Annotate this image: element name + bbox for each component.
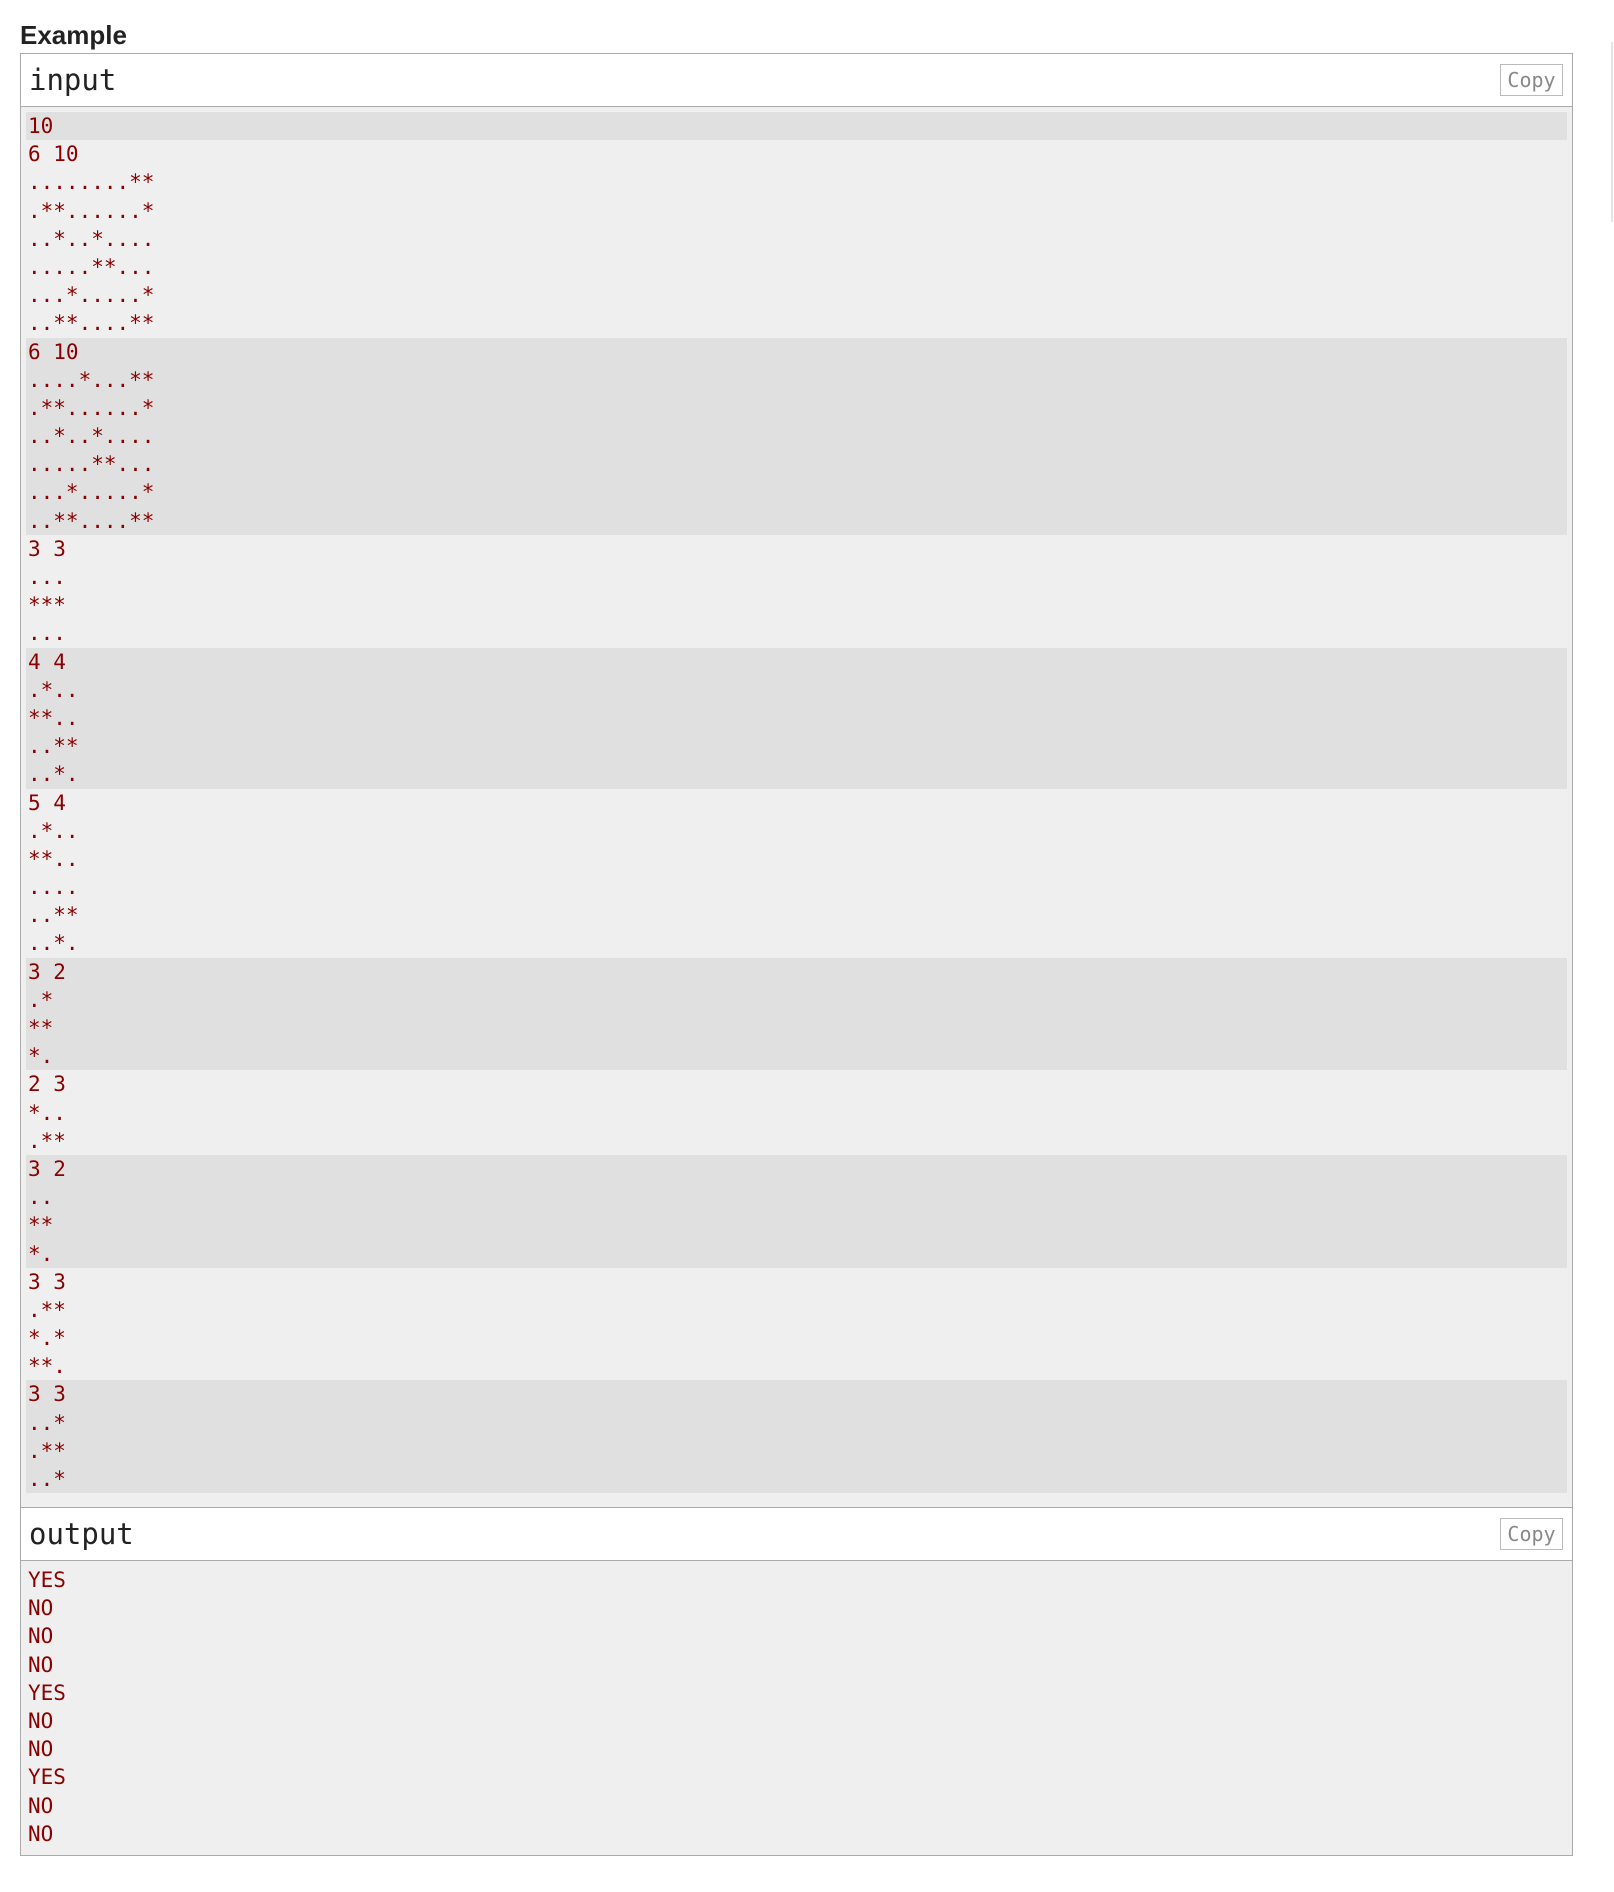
input-line: 3 3 (28, 536, 66, 561)
input-test-group: 3 2.. ** *. (26, 1154, 1567, 1268)
output-title: output (29, 1517, 134, 1551)
input-test-group: 3 3 ..* .** ..* (26, 1380, 1567, 1494)
input-line: ...*.....* (28, 480, 155, 505)
input-line: *.* (28, 1326, 66, 1351)
input-test-group: 10 (26, 112, 1567, 141)
input-line: ..*..*.... (28, 226, 155, 251)
input-test-group: 3 3... ***... (26, 535, 1567, 648)
input-line: 10 (28, 114, 54, 138)
input-line: 5 4 (28, 790, 66, 815)
input-test-group: 3 3 .** *.* **. (26, 1268, 1567, 1381)
input-line: *** (28, 593, 66, 618)
input-line: .** (28, 1438, 66, 1463)
input-line: **.. (28, 846, 79, 871)
input-line: .** (28, 1128, 66, 1153)
input-line: ... (28, 621, 66, 646)
input-line: .** (28, 1297, 66, 1322)
output-panel: output Copy YES NO NO NO YES NO NO YES NO NO (20, 1507, 1573, 1856)
input-line: .*.. (28, 818, 79, 843)
output-line: NO (28, 1793, 54, 1818)
input-line: 6 10 (28, 339, 79, 364)
output-line: NO (28, 1737, 54, 1762)
input-header: input Copy (21, 54, 1572, 107)
output-content: YES NO NO NO YES NO NO YES NO NO (21, 1561, 1572, 1848)
input-test-group: 2 3 *.. .** (26, 1070, 1567, 1155)
input-line: .... (28, 875, 79, 900)
input-line: ..** (28, 734, 79, 759)
input-line: 3 3 (28, 1382, 66, 1407)
input-line: ..*. (28, 931, 79, 956)
output-copy-button[interactable]: Copy (1500, 1518, 1563, 1550)
input-line: ..**....** (28, 311, 155, 336)
output-header: output Copy (21, 1508, 1572, 1561)
page-divider (1611, 42, 1613, 222)
input-line: *. (28, 1241, 54, 1266)
input-line: 3 2 (28, 959, 66, 984)
section-title: Example (20, 20, 127, 50)
input-content: 10 6 10 ........** .**......* ..*..*........… (21, 107, 1572, 1494)
input-line: ... (28, 565, 66, 589)
input-test-group: 6 10 ........** .**......* ..*..*.... .....*… (26, 140, 1567, 337)
input-test-group: 4 4 .*.. **.. ..** ..*. (26, 647, 1567, 789)
input-line: ..**....** (28, 508, 155, 533)
output-line: NO (28, 1624, 54, 1649)
input-test-group: 6 10 ....*...** .**......* ..*..*.... .....*… (26, 337, 1567, 535)
input-line: 3 3 (28, 1269, 66, 1294)
input-copy-button[interactable]: Copy (1500, 64, 1563, 96)
input-line: ...*.....* (28, 283, 155, 308)
output-line: NO (28, 1821, 54, 1846)
input-line: .*.. (28, 677, 79, 702)
input-line: 4 4 (28, 649, 66, 674)
output-line: YES (28, 1765, 66, 1790)
input-line: ..** (28, 903, 79, 928)
input-line: ....*...** (28, 367, 155, 392)
input-line: 3 2 (28, 1156, 66, 1181)
input-line: 6 10 (28, 142, 79, 167)
output-line: YES (28, 1568, 66, 1592)
input-line: .**......* (28, 395, 155, 420)
input-line: ..* (28, 1467, 66, 1491)
input-line: **. (28, 1354, 66, 1379)
output-line: YES (28, 1680, 66, 1705)
input-panel: input Copy 10 6 10 ........** .**......* ..*… (20, 53, 1573, 1509)
input-line: ..*..*.... (28, 424, 155, 449)
input-test-group: 5 4 .*.. **...... ..** ..*. (26, 789, 1567, 958)
input-line: **.. (28, 705, 79, 730)
input-line: .. (28, 1185, 54, 1210)
input-line: ** (28, 1016, 54, 1040)
input-line: ..*. (28, 762, 79, 787)
input-line: .* (28, 987, 54, 1012)
input-line: ........** (28, 170, 155, 195)
input-test-group: 3 2 .* ** *. (26, 957, 1567, 1071)
input-line: .....**... (28, 254, 155, 279)
input-line: .**......* (28, 198, 155, 223)
input-line: 2 3 (28, 1072, 66, 1097)
input-line: ..* (28, 1410, 66, 1435)
input-line: ** (28, 1213, 54, 1238)
output-line: NO (28, 1596, 54, 1621)
output-line: NO (28, 1708, 54, 1733)
output-line: NO (28, 1652, 54, 1677)
input-line: *. (28, 1044, 54, 1069)
input-line: .....**... (28, 452, 155, 477)
input-line: *.. (28, 1100, 66, 1125)
input-title: input (29, 63, 117, 97)
